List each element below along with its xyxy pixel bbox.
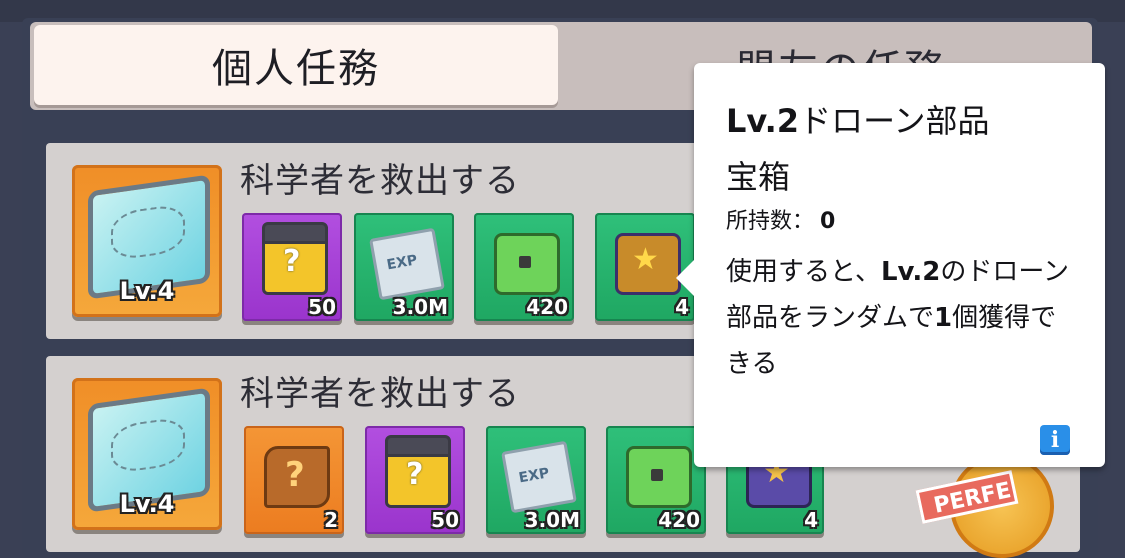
mission-level-label: Lv.4 bbox=[119, 490, 175, 518]
reward-item[interactable]: 420 bbox=[474, 213, 574, 321]
green-chest-icon bbox=[626, 446, 692, 508]
green-chest-icon bbox=[494, 233, 560, 295]
blueprint-book-icon: Lv.4 bbox=[72, 378, 222, 530]
reward-item[interactable]: 50 bbox=[365, 426, 465, 534]
reward-qty: 50 bbox=[308, 295, 336, 319]
tooltip-description: 使用すると、Lv.2のドローン部品をランダムで1個獲得できる bbox=[726, 257, 1070, 379]
reward-item[interactable]: 3.0M bbox=[486, 426, 586, 534]
reward-qty: 2 bbox=[324, 508, 338, 532]
reward-qty: 420 bbox=[526, 295, 568, 319]
puzzle-piece-icon bbox=[264, 446, 330, 508]
item-tooltip: Lv.2ドローン部品 宝箱 所持数： 0 使用すると、Lv.2のドローン部品をラン… bbox=[676, 63, 1105, 467]
reward-qty: 4 bbox=[675, 295, 689, 319]
exp-paper-icon bbox=[501, 440, 577, 514]
reward-qty: 420 bbox=[658, 508, 700, 532]
tooltip-pointer bbox=[676, 260, 694, 296]
info-icon[interactable]: i bbox=[1040, 425, 1070, 455]
reward-item[interactable]: 50 bbox=[242, 213, 342, 321]
blueprint-book-icon: Lv.4 bbox=[72, 165, 222, 317]
reward-qty: 50 bbox=[431, 508, 459, 532]
tooltip-owned-count: 所持数： 0 bbox=[726, 209, 836, 234]
reward-item[interactable]: 3.0M bbox=[354, 213, 454, 321]
exp-paper-icon bbox=[369, 227, 445, 301]
mission-title: 科学者を救出する bbox=[240, 374, 520, 414]
mystery-box-icon bbox=[262, 222, 328, 295]
reward-qty: 3.0M bbox=[524, 508, 580, 532]
reward-qty: 3.0M bbox=[392, 295, 448, 319]
mission-title: 科学者を救出する bbox=[240, 161, 520, 201]
reward-item[interactable]: 2 bbox=[244, 426, 344, 534]
reward-item[interactable]: 420 bbox=[606, 426, 706, 534]
drone-parts-chest-icon bbox=[615, 233, 681, 295]
mystery-box-icon bbox=[385, 435, 451, 508]
reward-qty: 4 bbox=[804, 508, 818, 532]
mission-level-label: Lv.4 bbox=[119, 277, 175, 305]
tooltip-title: Lv.2ドローン部品 宝箱 bbox=[726, 102, 990, 196]
tab-personal-missions[interactable]: 個人任務 bbox=[34, 25, 558, 105]
